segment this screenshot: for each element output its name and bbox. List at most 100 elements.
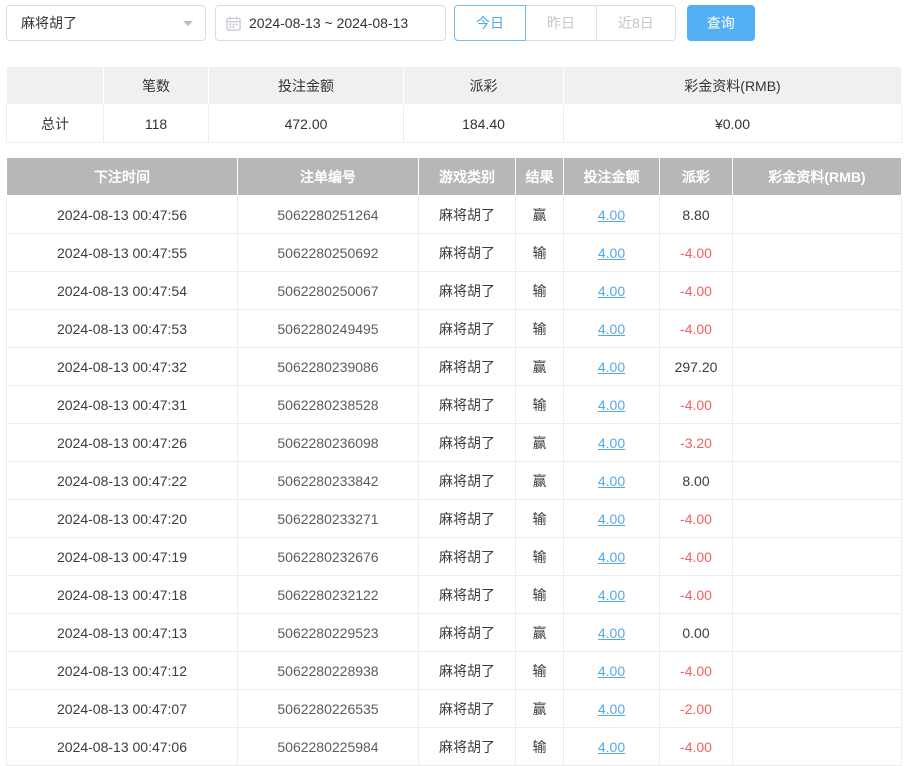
bet-time-cell: 2024-08-13 00:47:54 [7, 272, 238, 310]
game-type-cell: 麻将胡了 [419, 652, 516, 690]
order-id-cell: 5062280249495 [238, 310, 419, 348]
order-id-cell: 5062280236098 [238, 424, 419, 462]
game-type-cell: 麻将胡了 [419, 234, 516, 272]
game-type-cell: 麻将胡了 [419, 424, 516, 462]
bet-amount-link[interactable]: 4.00 [598, 245, 625, 261]
bet-time-cell: 2024-08-13 00:47:53 [7, 310, 238, 348]
game-type-cell: 麻将胡了 [419, 462, 516, 500]
game-select[interactable]: 麻将胡了 [6, 5, 206, 41]
table-row: 2024-08-13 00:47:19 5062280232676 麻将胡了 输… [7, 538, 902, 576]
bet-amount-cell: 4.00 [564, 348, 660, 386]
bet-time-cell: 2024-08-13 00:47:20 [7, 500, 238, 538]
bonus-cell [733, 690, 902, 728]
bet-amount-cell: 4.00 [564, 196, 660, 234]
bet-amount-link[interactable]: 4.00 [598, 359, 625, 375]
bet-amount-link[interactable]: 4.00 [598, 283, 625, 299]
game-type-cell: 麻将胡了 [419, 348, 516, 386]
result-cell: 输 [516, 538, 564, 576]
header-bet-amount: 投注金额 [564, 158, 660, 196]
order-id-cell: 5062280232122 [238, 576, 419, 614]
bet-amount-link[interactable]: 4.00 [598, 397, 625, 413]
result-cell: 输 [516, 310, 564, 348]
bet-amount-link[interactable]: 4.00 [598, 473, 625, 489]
bet-amount-link[interactable]: 4.00 [598, 625, 625, 641]
payout-cell: -4.00 [660, 652, 733, 690]
quick-filter-today[interactable]: 今日 [454, 5, 526, 41]
calendar-icon [226, 16, 241, 31]
game-type-cell: 麻将胡了 [419, 500, 516, 538]
game-type-cell: 麻将胡了 [419, 576, 516, 614]
summary-header-bet-amount: 投注金额 [209, 67, 404, 105]
bonus-cell [733, 234, 902, 272]
bonus-cell [733, 424, 902, 462]
table-row: 2024-08-13 00:47:55 5062280250692 麻将胡了 输… [7, 234, 902, 272]
payout-cell: -4.00 [660, 576, 733, 614]
bet-amount-link[interactable]: 4.00 [598, 587, 625, 603]
game-type-cell: 麻将胡了 [419, 196, 516, 234]
bet-amount-link[interactable]: 4.00 [598, 435, 625, 451]
table-row: 2024-08-13 00:47:56 5062280251264 麻将胡了 赢… [7, 196, 902, 234]
payout-cell: -4.00 [660, 234, 733, 272]
result-cell: 赢 [516, 690, 564, 728]
bonus-cell [733, 462, 902, 500]
payout-cell: -4.00 [660, 538, 733, 576]
bet-amount-cell: 4.00 [564, 386, 660, 424]
bet-amount-link[interactable]: 4.00 [598, 701, 625, 717]
bet-amount-cell: 4.00 [564, 538, 660, 576]
header-bet-time: 下注时间 [7, 158, 238, 196]
bet-time-cell: 2024-08-13 00:47:55 [7, 234, 238, 272]
summary-header-row: 笔数 投注金额 派彩 彩金资料(RMB) [7, 67, 902, 105]
bet-time-cell: 2024-08-13 00:47:26 [7, 424, 238, 462]
bet-time-cell: 2024-08-13 00:47:31 [7, 386, 238, 424]
bonus-cell [733, 196, 902, 234]
summary-total-payout: 184.40 [404, 105, 564, 143]
summary-header-count: 笔数 [104, 67, 209, 105]
table-row: 2024-08-13 00:47:12 5062280228938 麻将胡了 输… [7, 652, 902, 690]
quick-filter-last8days[interactable]: 近8日 [596, 5, 676, 41]
quick-filter-yesterday[interactable]: 昨日 [525, 5, 597, 41]
order-id-cell: 5062280232676 [238, 538, 419, 576]
bet-amount-link[interactable]: 4.00 [598, 321, 625, 337]
summary-total-row: 总计 118 472.00 184.40 ¥0.00 [7, 105, 902, 143]
query-button[interactable]: 查询 [687, 5, 755, 41]
summary-table: 笔数 投注金额 派彩 彩金资料(RMB) 总计 118 472.00 184.4… [6, 66, 902, 143]
order-id-cell: 5062280228938 [238, 652, 419, 690]
result-cell: 输 [516, 234, 564, 272]
order-id-cell: 5062280238528 [238, 386, 419, 424]
bet-amount-link[interactable]: 4.00 [598, 549, 625, 565]
bonus-cell [733, 652, 902, 690]
result-cell: 输 [516, 272, 564, 310]
bet-amount-link[interactable]: 4.00 [598, 207, 625, 223]
game-type-cell: 麻将胡了 [419, 538, 516, 576]
bet-table-header-row: 下注时间 注单编号 游戏类别 结果 投注金额 派彩 彩金资料(RMB) [7, 158, 902, 196]
order-id-cell: 5062280250692 [238, 234, 419, 272]
order-id-cell: 5062280233842 [238, 462, 419, 500]
bet-amount-cell: 4.00 [564, 462, 660, 500]
game-select-value: 麻将胡了 [21, 13, 77, 33]
table-row: 2024-08-13 00:47:22 5062280233842 麻将胡了 赢… [7, 462, 902, 500]
payout-cell: 8.00 [660, 462, 733, 500]
date-range-picker[interactable]: 2024-08-13 ~ 2024-08-13 [215, 5, 446, 41]
result-cell: 赢 [516, 462, 564, 500]
order-id-cell: 5062280239086 [238, 348, 419, 386]
game-type-cell: 麻将胡了 [419, 614, 516, 652]
bet-time-cell: 2024-08-13 00:47:13 [7, 614, 238, 652]
payout-cell: -3.20 [660, 424, 733, 462]
game-type-cell: 麻将胡了 [419, 310, 516, 348]
summary-header-blank [7, 67, 104, 105]
table-row: 2024-08-13 00:47:31 5062280238528 麻将胡了 输… [7, 386, 902, 424]
bet-amount-link[interactable]: 4.00 [598, 511, 625, 527]
game-type-cell: 麻将胡了 [419, 386, 516, 424]
chevron-down-icon [183, 21, 193, 31]
bet-time-cell: 2024-08-13 00:47:56 [7, 196, 238, 234]
bet-amount-link[interactable]: 4.00 [598, 663, 625, 679]
table-row: 2024-08-13 00:47:07 5062280226535 麻将胡了 赢… [7, 690, 902, 728]
quick-filter-group: 今日 昨日 近8日 [454, 5, 676, 41]
bonus-cell [733, 614, 902, 652]
bet-time-cell: 2024-08-13 00:47:18 [7, 576, 238, 614]
order-id-cell: 5062280251264 [238, 196, 419, 234]
game-type-cell: 麻将胡了 [419, 272, 516, 310]
bet-time-cell: 2024-08-13 00:47:19 [7, 538, 238, 576]
bet-time-cell: 2024-08-13 00:47:22 [7, 462, 238, 500]
payout-cell: -4.00 [660, 272, 733, 310]
